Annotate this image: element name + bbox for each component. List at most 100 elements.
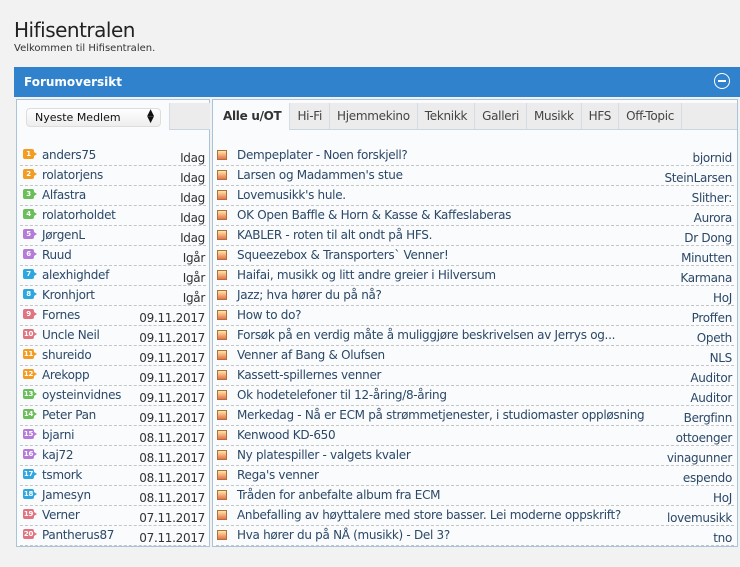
topic-author-link[interactable]: Karmana xyxy=(680,271,732,285)
topic-author-link[interactable]: lovemusikk xyxy=(667,511,732,525)
member-name-link[interactable]: Peter Pan xyxy=(42,408,96,422)
tab-alle-u-ot[interactable]: Alle u/OT xyxy=(215,103,291,130)
member-filter-select[interactable]: Nyeste Medlem ▲ ▼ xyxy=(26,108,161,127)
tab-hjemmekino[interactable]: Hjemmekino xyxy=(330,103,418,129)
member-name-link[interactable]: Alfastra xyxy=(42,188,86,202)
topic-title-link[interactable]: Larsen og Madammen's stue xyxy=(237,168,403,182)
site-title: Hifisentralen xyxy=(14,18,135,42)
topic-author-link[interactable]: Proffen xyxy=(692,311,733,325)
topic-row: Merkedag - Nå er ECM på strømmetjenester… xyxy=(216,406,734,426)
topic-author-link[interactable]: Opeth xyxy=(697,331,733,345)
topic-author-link[interactable]: Dr Dong xyxy=(684,231,732,245)
topic-document-icon xyxy=(217,230,227,240)
member-name-link[interactable]: kaj72 xyxy=(42,448,74,462)
topic-author-link[interactable]: Aurora xyxy=(694,211,733,225)
member-name-link[interactable]: Uncle Neil xyxy=(42,328,100,342)
topic-title-link[interactable]: Kenwood KD-650 xyxy=(237,428,336,442)
topic-title-link[interactable]: Forsøk på en verdig måte å muliggjøre be… xyxy=(237,328,615,342)
member-name-link[interactable]: Pantherus87 xyxy=(42,528,114,542)
member-name-link[interactable]: Verner xyxy=(42,508,80,522)
topic-title-link[interactable]: Squeezebox & Transporters` Venner! xyxy=(237,248,449,262)
member-name-link[interactable]: Arekopp xyxy=(42,368,90,382)
tab-off-topic[interactable]: Off-Topic xyxy=(619,103,683,129)
topic-title-link[interactable]: Rega's venner xyxy=(237,468,319,482)
rank-badge-icon: 12 xyxy=(23,369,37,379)
topic-title-link[interactable]: Dempeplater - Noen forskjell? xyxy=(237,148,408,162)
topic-author-link[interactable]: bjornid xyxy=(693,151,733,165)
topic-row: Ok hodetelefoner til 12-åring/8-åring Aud… xyxy=(216,386,734,406)
topic-row: Squeezebox & Transporters` Venner! Minutt… xyxy=(216,246,734,266)
topic-title-link[interactable]: Lovemusikk's hule. xyxy=(237,188,346,202)
topic-row: How to do? Proffen xyxy=(216,306,734,326)
member-name-link[interactable]: anders75 xyxy=(42,148,96,162)
topic-title-link[interactable]: Jazz; hva hører du på nå? xyxy=(237,288,382,302)
category-tabs: Alle u/OT Hi-Fi Hjemmekino Teknikk Galleri Mu… xyxy=(215,103,737,130)
member-row: 6 Ruud Igår xyxy=(20,246,206,266)
member-join-date: Idag xyxy=(180,191,205,205)
topic-author-link[interactable]: ottoenger xyxy=(676,431,733,445)
member-name-link[interactable]: rolatorjens xyxy=(42,168,103,182)
rank-badge-icon: 5 xyxy=(23,229,37,239)
member-name-link[interactable]: Kronhjort xyxy=(42,288,95,302)
topic-document-icon xyxy=(217,290,227,300)
topic-title-link[interactable]: Merkedag - Nå er ECM på strømmetjenester… xyxy=(237,408,645,422)
topic-title-link[interactable]: Ny platespiller - valgets kvaler xyxy=(237,448,411,462)
topic-author-link[interactable]: HoJ xyxy=(713,491,732,505)
tab-hfs[interactable]: HFS xyxy=(582,103,620,129)
topic-author-link[interactable]: NLS xyxy=(710,351,733,365)
topic-title-link[interactable]: Hva hører du på NÅ (musikk) - Del 3? xyxy=(237,528,450,542)
left-tab-filler xyxy=(169,103,210,130)
member-row: 4 rolatorholdet Idag xyxy=(20,206,206,226)
topic-author-link[interactable]: vinagunner xyxy=(667,451,732,465)
forum-overview-header: Forumoversikt xyxy=(14,67,740,97)
rank-badge-icon: 3 xyxy=(23,189,37,199)
topic-author-link[interactable]: espendo xyxy=(683,471,732,485)
topic-document-icon xyxy=(217,190,227,200)
newest-members-panel: Nyeste Medlem ▲ ▼ 1 anders75 Idag 2 rolatorje… xyxy=(16,99,210,547)
member-join-date: Idag xyxy=(180,211,205,225)
topic-document-icon xyxy=(217,150,227,160)
topic-row: Hva hører du på NÅ (musikk) - Del 3? tno xyxy=(216,526,734,546)
member-name-link[interactable]: rolatorholdet xyxy=(42,208,116,222)
topic-title-link[interactable]: Tråden for anbefalte album fra ECM xyxy=(237,488,441,502)
topic-author-link[interactable]: Minutten xyxy=(681,251,732,265)
topic-author-link[interactable]: Auditor xyxy=(690,371,732,385)
topic-title-link[interactable]: Kassett-spillernes venner xyxy=(237,368,381,382)
tab-galleri[interactable]: Galleri xyxy=(475,103,527,129)
member-name-link[interactable]: shureido xyxy=(42,348,92,362)
member-name-link[interactable]: tsmork xyxy=(42,468,82,482)
topic-author-link[interactable]: Slither: xyxy=(692,191,733,205)
topic-title-link[interactable]: KABLER - roten til alt ondt på HFS. xyxy=(237,228,432,242)
member-name-link[interactable]: Jamesyn xyxy=(42,488,91,502)
topic-document-icon xyxy=(217,170,227,180)
member-row: 12 Arekopp 09.11.2017 xyxy=(20,366,206,386)
rank-badge-icon: 14 xyxy=(23,409,37,419)
topic-author-link[interactable]: HoJ xyxy=(713,291,732,305)
member-name-link[interactable]: JørgenL xyxy=(42,228,85,242)
tab-hi-fi[interactable]: Hi-Fi xyxy=(290,103,331,129)
topic-row: Kassett-spillernes venner Auditor xyxy=(216,366,734,386)
topic-title-link[interactable]: OK Open Baffle & Horn & Kasse & Kaffesla… xyxy=(237,208,511,222)
member-name-link[interactable]: alexhighdef xyxy=(42,268,109,282)
topic-author-link[interactable]: Bergfinn xyxy=(684,411,733,425)
topic-title-link[interactable]: How to do? xyxy=(237,308,301,322)
topic-title-link[interactable]: Venner af Bang & Olufsen xyxy=(237,348,385,362)
topic-title-link[interactable]: Anbefalling av høyttalere med store bass… xyxy=(237,508,621,522)
member-join-date: 07.11.2017 xyxy=(139,511,205,525)
forum-overview-title: Forumoversikt xyxy=(24,75,123,89)
member-name-link[interactable]: Ruud xyxy=(42,248,72,262)
member-name-link[interactable]: oysteinvidnes xyxy=(42,388,121,402)
rank-badge-icon: 15 xyxy=(23,429,37,439)
topic-author-link[interactable]: tno xyxy=(713,531,732,545)
member-row: 10 Uncle Neil 09.11.2017 xyxy=(20,326,206,346)
collapse-minus-icon[interactable] xyxy=(714,73,730,89)
topic-title-link[interactable]: Ok hodetelefoner til 12-åring/8-åring xyxy=(237,388,447,402)
topic-title-link[interactable]: Haifai, musikk og litt andre greier i Hi… xyxy=(237,268,496,282)
topic-author-link[interactable]: SteinLarsen xyxy=(664,171,732,185)
member-name-link[interactable]: Fornes xyxy=(42,308,80,322)
topic-author-link[interactable]: Auditor xyxy=(690,391,732,405)
member-name-link[interactable]: bjarni xyxy=(42,428,74,442)
tab-musikk[interactable]: Musikk xyxy=(527,103,582,129)
topic-row: Jazz; hva hører du på nå? HoJ xyxy=(216,286,734,306)
tab-teknikk[interactable]: Teknikk xyxy=(418,103,476,129)
